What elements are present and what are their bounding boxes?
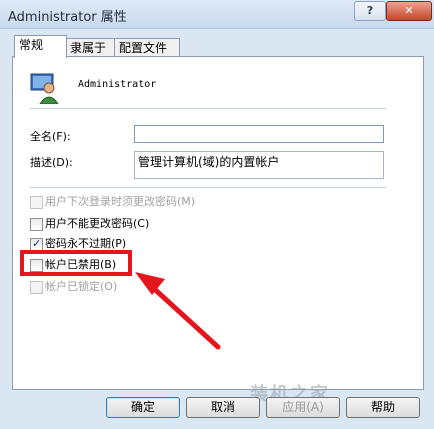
user-icon [30, 73, 59, 104]
fullname-label: 全名(F): [30, 130, 71, 143]
checkbox-label: 帐户已锁定(O) [45, 280, 118, 293]
checkbox-box[interactable] [30, 281, 43, 294]
ok-button[interactable]: 确定 [106, 397, 180, 418]
tab-general[interactable]: 常规 [14, 35, 67, 58]
user-name: Administrator [78, 79, 157, 90]
tab-profile[interactable]: 配置文件 [114, 38, 180, 57]
help-title-button[interactable]: ? [354, 1, 386, 21]
cancel-button[interactable]: 取消 [186, 397, 260, 418]
checkbox-box[interactable] [30, 196, 43, 209]
help-button[interactable]: 帮助 [346, 397, 420, 418]
title-bar: Administrator 属性 ? ✕ [0, 0, 434, 29]
checkbox-label: 用户不能更改密码(C) [45, 217, 150, 230]
window-title: Administrator 属性 [8, 10, 127, 25]
separator [30, 108, 386, 109]
description-input[interactable]: 管理计算机(域)的内置帐户 [134, 151, 384, 179]
description-label: 描述(D): [30, 156, 73, 169]
separator [30, 187, 386, 188]
apply-button[interactable]: 应用(A) [266, 397, 340, 418]
tab-member-of[interactable]: 隶属于 [65, 38, 117, 57]
checkbox-box[interactable] [30, 218, 43, 231]
close-button[interactable]: ✕ [386, 1, 432, 21]
fullname-input[interactable] [134, 125, 384, 143]
checkbox-label: 用户下次登录时须更改密码(M) [45, 195, 196, 208]
highlight-box [20, 250, 132, 276]
